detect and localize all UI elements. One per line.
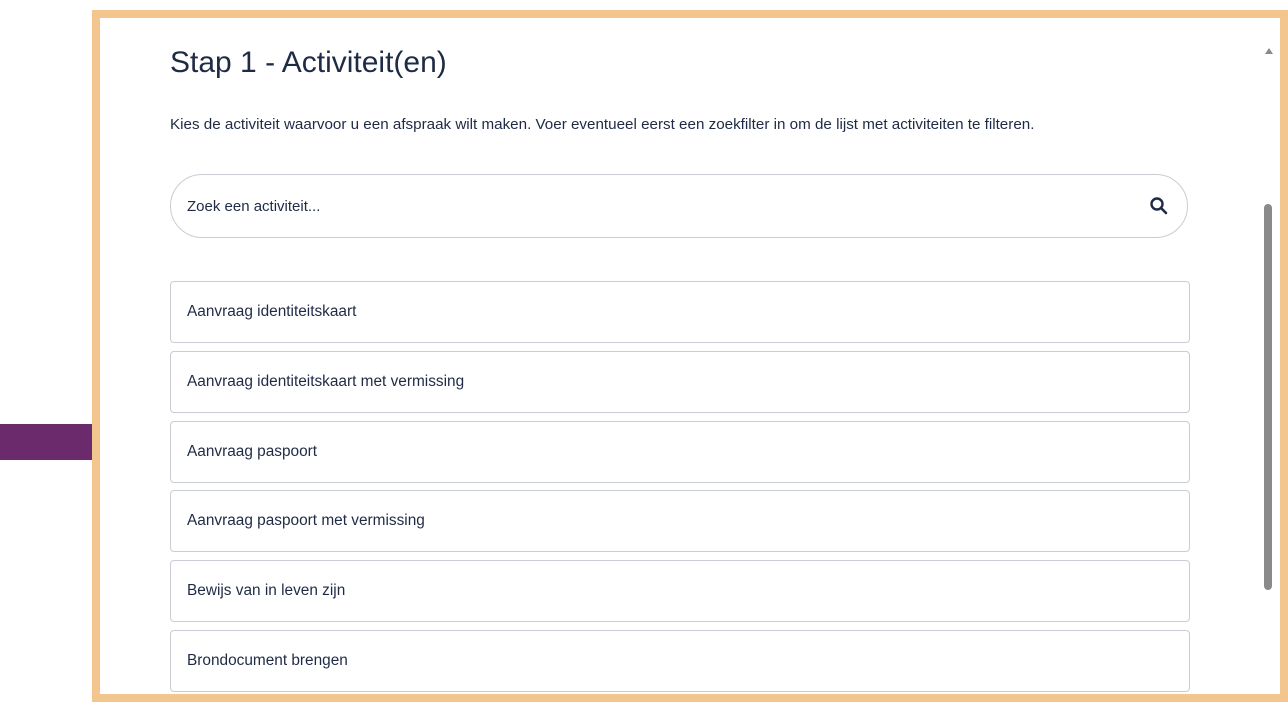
activity-item-label: Aanvraag paspoort met vermissing <box>187 512 425 530</box>
page-title: Stap 1 - Activiteit(en) <box>170 46 447 79</box>
activity-item-label: Aanvraag identiteitskaart met vermissing <box>187 372 465 390</box>
scrollbar-thumb[interactable] <box>1264 204 1272 590</box>
intro-text: Kies de activiteit waarvoor u een afspra… <box>170 116 1035 133</box>
search-box <box>170 174 1188 238</box>
activity-list: Aanvraag identiteitskaart Aanvraag ident… <box>170 281 1190 694</box>
vertical-scrollbar[interactable] <box>1260 18 1280 694</box>
activity-item-aanvraag-identiteitskaart-met-vermissing[interactable]: Aanvraag identiteitskaart met vermissing <box>170 350 1190 413</box>
highlight-frame: Stap 1 - Activiteit(en) Kies de activite… <box>92 10 1288 702</box>
activity-item-brondocument-brengen[interactable]: Brondocument brengen <box>170 629 1190 692</box>
scroll-up-arrow-icon[interactable] <box>1265 48 1273 54</box>
activity-item-label: Bewijs van in leven zijn <box>187 582 346 600</box>
activity-item-bewijs-van-in-leven-zijn[interactable]: Bewijs van in leven zijn <box>170 560 1190 623</box>
activity-item-label: Aanvraag identiteitskaart <box>187 303 357 320</box>
activity-item-aanvraag-paspoort-met-vermissing[interactable]: Aanvraag paspoort met vermissing <box>170 490 1190 553</box>
search-input[interactable] <box>187 175 1107 237</box>
activity-item-aanvraag-paspoort[interactable]: Aanvraag paspoort <box>170 420 1190 483</box>
search-icon[interactable] <box>1149 196 1169 216</box>
activity-item-aanvraag-identiteitskaart[interactable]: Aanvraag identiteitskaart <box>170 281 1190 343</box>
page-viewport: Stap 1 - Activiteit(en) Kies de activite… <box>100 18 1280 694</box>
activity-item-label: Aanvraag paspoort <box>187 442 318 460</box>
activity-item-label: Brondocument brengen <box>187 651 348 669</box>
